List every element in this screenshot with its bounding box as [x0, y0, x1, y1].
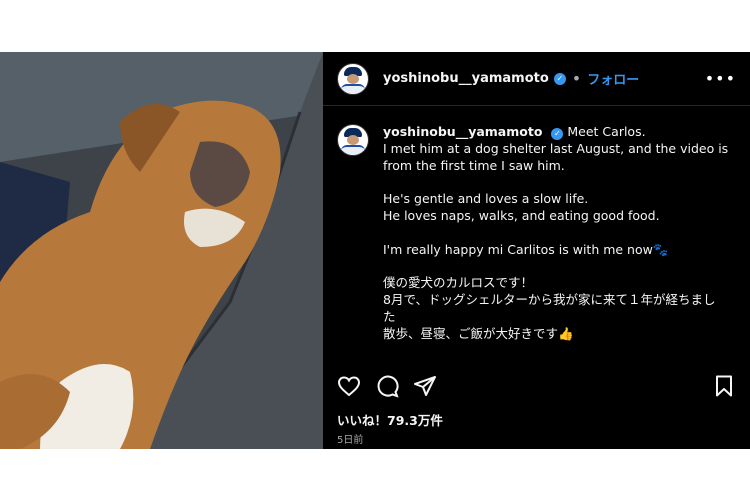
caption-line: I met him at a dog shelter last August, …	[383, 140, 729, 156]
follow-button[interactable]: フォロー	[587, 69, 639, 88]
more-options-icon[interactable]: •••	[705, 69, 736, 88]
instagram-post: yoshinobu__yamamoto ✓ • フォロー ••• yoshino…	[0, 52, 750, 449]
verified-badge-icon: ✓	[553, 72, 566, 85]
caption-line	[383, 225, 728, 242]
caption-line: from the first time I saw him.	[383, 157, 565, 173]
send-icon[interactable]	[413, 374, 437, 398]
action-bar	[337, 372, 736, 400]
caption-verified-badge-icon: ✓	[551, 128, 564, 140]
like-count[interactable]: いいね！79.3万件	[337, 410, 443, 429]
caption-line: た	[383, 308, 396, 324]
caption-line	[383, 174, 728, 191]
avatar[interactable]	[337, 62, 369, 95]
separator-dot: •	[571, 69, 582, 88]
heart-icon[interactable]	[337, 374, 361, 398]
caption-line: 散歩、昼寝、ご飯が大好きです👍	[383, 325, 574, 341]
caption-line: 僕の愛犬のカルロスです！	[383, 275, 534, 291]
caption-line: I'm really happy mi Carlitos is with me …	[383, 241, 669, 257]
post-header: yoshinobu__yamamoto ✓ • フォロー •••	[323, 52, 750, 106]
bookmark-icon[interactable]	[712, 374, 736, 398]
dog-photo-image	[0, 52, 323, 449]
caption-username[interactable]: yoshinobu__yamamoto	[383, 124, 542, 139]
caption-line: 8月で、ドッグシェルターから我が家に来て１年が経ちまし	[383, 291, 716, 307]
caption-line	[383, 258, 728, 275]
caption-line: Meet Carlos.	[567, 124, 646, 139]
caption-line: He's gentle and loves a slow life.	[383, 191, 589, 207]
caption-text: yoshinobu__yamamoto ✓ Meet Carlos. I met…	[383, 124, 728, 342]
caption: yoshinobu__yamamoto ✓ Meet Carlos. I met…	[337, 124, 742, 342]
username[interactable]: yoshinobu__yamamoto	[383, 71, 549, 86]
dog-photo[interactable]	[0, 52, 323, 449]
caption-avatar[interactable]	[337, 124, 369, 156]
comment-icon[interactable]	[375, 374, 399, 398]
post-timestamp[interactable]: 5日前	[337, 431, 363, 446]
caption-line: He loves naps, walks, and eating good fo…	[383, 207, 660, 223]
post-side-panel: yoshinobu__yamamoto ✓ • フォロー ••• yoshino…	[323, 52, 750, 449]
